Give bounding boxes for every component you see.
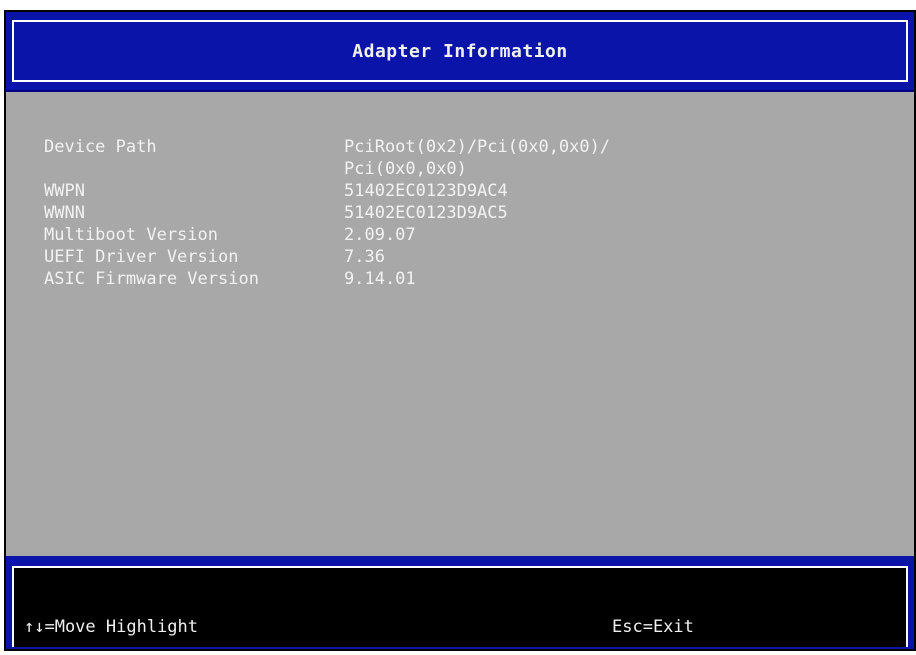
info-value: 9.14.01	[344, 269, 416, 289]
title-frame: Adapter Information	[12, 20, 908, 82]
info-label: UEFI Driver Version	[44, 247, 239, 267]
info-row-uefi-driver-version: UEFI Driver Version 7.36	[44, 246, 385, 268]
move-highlight-hint[interactable]: ↑↓=Move Highlight	[24, 617, 198, 637]
info-label: Multiboot Version	[44, 225, 218, 245]
footer-bar: ↑↓=Move Highlight Esc=Exit	[6, 556, 914, 649]
info-label: Device Path	[44, 137, 157, 157]
title-bar: Adapter Information	[6, 12, 914, 92]
info-value: 51402EC0123D9AC4	[344, 181, 508, 201]
info-value: 7.36	[344, 247, 385, 267]
info-row-device-path: Device Path PciRoot(0x2)/Pci(0x0,0x0)/ P…	[44, 136, 610, 180]
info-value: PciRoot(0x2)/Pci(0x0,0x0)/ Pci(0x0,0x0)	[344, 136, 610, 180]
adapter-info-panel: Device Path PciRoot(0x2)/Pci(0x0,0x0)/ P…	[6, 92, 914, 556]
footer-frame: ↑↓=Move Highlight Esc=Exit	[12, 566, 908, 647]
device-path-value-line-1: PciRoot(0x2)/Pci(0x0,0x0)/	[344, 137, 611, 157]
device-path-value-line-2: Pci(0x0,0x0)	[344, 159, 467, 179]
info-row-wwnn: WWNN 51402EC0123D9AC5	[44, 202, 508, 224]
info-label: ASIC Firmware Version	[44, 269, 259, 289]
info-label: WWNN	[44, 203, 85, 223]
info-label: WWPN	[44, 181, 85, 201]
info-value: 2.09.07	[344, 225, 416, 245]
exit-hint[interactable]: Esc=Exit	[612, 617, 694, 637]
page-title: Adapter Information	[352, 40, 568, 62]
info-value: 51402EC0123D9AC5	[344, 203, 508, 223]
info-row-asic-firmware-version: ASIC Firmware Version 9.14.01	[44, 268, 416, 290]
info-row-multiboot-version: Multiboot Version 2.09.07	[44, 224, 416, 246]
bios-screen: Adapter Information Device Path PciRoot(…	[4, 10, 916, 651]
info-row-wwpn: WWPN 51402EC0123D9AC4	[44, 180, 508, 202]
